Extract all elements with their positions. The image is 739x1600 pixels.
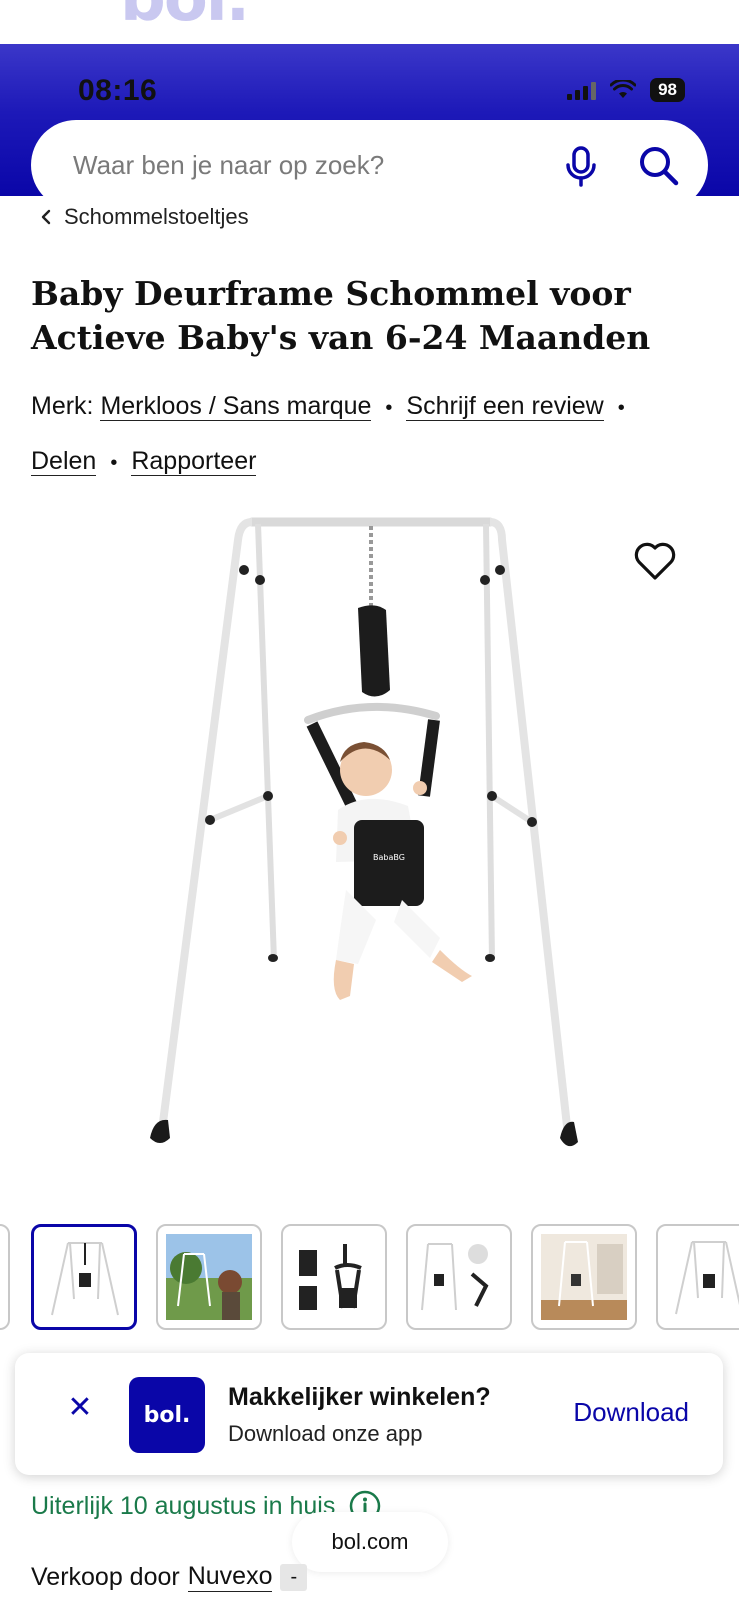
- seller-badge: -: [280, 1563, 308, 1591]
- thumbnail[interactable]: [656, 1224, 739, 1330]
- product-title: Baby Deurframe Schommel voor Actieve Bab…: [31, 274, 651, 357]
- bol-logo: bol.: [129, 1377, 205, 1453]
- signal-icon: [567, 80, 597, 100]
- status-icons: 98: [567, 78, 685, 102]
- search-icon[interactable]: [637, 144, 681, 188]
- status-time: 08:16: [78, 74, 158, 107]
- product-image[interactable]: BabaBG: [140, 510, 600, 1180]
- write-review-link[interactable]: Schrijf een review: [406, 392, 604, 421]
- search-input[interactable]: [73, 120, 513, 210]
- thumbnail-active[interactable]: [31, 1224, 137, 1330]
- battery-indicator: 98: [650, 78, 685, 102]
- wifi-icon: [610, 80, 637, 98]
- thumbnail[interactable]: [531, 1224, 637, 1330]
- seller-info: Verkoop door Nuvexo -: [31, 1562, 308, 1592]
- breadcrumb[interactable]: Schommelstoeltjes: [40, 204, 249, 230]
- thumbnail[interactable]: [406, 1224, 512, 1330]
- previous-page-peek: bol.: [0, 0, 739, 46]
- seller-link[interactable]: Nuvexo: [187, 1562, 273, 1592]
- thumbnail-strip[interactable]: [0, 1224, 739, 1336]
- thumbnail[interactable]: [281, 1224, 387, 1330]
- banner-title: Makkelijker winkelen?: [228, 1383, 491, 1411]
- delivery-text: Uiterlijk 10 augustus in huis: [31, 1491, 336, 1520]
- brand-link[interactable]: Merkloos / Sans marque: [100, 392, 372, 421]
- header: 08:16 98: [0, 44, 739, 210]
- breadcrumb-label: Schommelstoeltjes: [64, 204, 249, 229]
- browser-url-pill[interactable]: bol.com: [292, 1512, 448, 1572]
- heart-icon[interactable]: [632, 538, 678, 584]
- mic-icon[interactable]: [561, 145, 601, 187]
- product-meta: Merk: Merkloos / Sans marque • Schrijf een…: [31, 392, 625, 476]
- seller-prefix: Verkoop door: [31, 1562, 180, 1591]
- search-bar[interactable]: [31, 120, 708, 210]
- share-link[interactable]: Delen: [31, 447, 97, 476]
- download-button[interactable]: Download: [573, 1397, 689, 1428]
- chevron-left-icon: [41, 209, 51, 225]
- thumbnail[interactable]: [0, 1224, 10, 1330]
- app-download-banner: ✕ bol. Makkelijker winkelen? Download on…: [15, 1353, 723, 1475]
- banner-subtitle: Download onze app: [228, 1421, 423, 1446]
- url-text: bol.com: [331, 1529, 409, 1554]
- brand-prefix: Merk:: [31, 392, 94, 420]
- jumper-logo-text: BabaBG: [373, 853, 405, 862]
- thumbnail[interactable]: [156, 1224, 262, 1330]
- peek-logo: bol.: [120, 0, 250, 36]
- report-link[interactable]: Rapporteer: [131, 447, 257, 476]
- close-icon[interactable]: ✕: [65, 1393, 95, 1423]
